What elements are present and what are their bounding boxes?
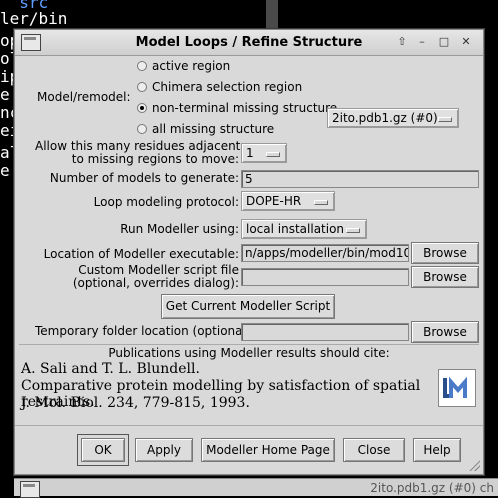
terminal-line: ler/bin [0, 9, 68, 28]
radio-non-terminal-missing[interactable] [137, 103, 147, 113]
title-bar[interactable]: Model Loops / Refine Structure ⇧ – □ ✕ [15, 30, 483, 56]
radio-all-missing[interactable] [137, 124, 147, 134]
modeller-logo-icon [438, 369, 476, 407]
run-select-menu[interactable]: local installation [241, 219, 367, 239]
ok-button[interactable]: OK [81, 438, 125, 462]
model-remodel-label: Model/remodel: [37, 90, 131, 104]
citation-authors: A. Sali and T. L. Blundell. [21, 361, 200, 377]
protocol-value: DOPE-HR [246, 194, 302, 208]
radio-label: active region [152, 59, 231, 73]
radio-label: Chimera selection region [152, 80, 303, 94]
maximize-icon[interactable]: □ [437, 35, 451, 49]
browse-location-button[interactable]: Browse [411, 242, 479, 264]
temp-folder-label: Temporary folder location (optional): [35, 324, 255, 338]
residues-label: to missing regions to move: [71, 152, 239, 166]
shade-icon[interactable]: ⇧ [395, 35, 409, 49]
window-menu-icon[interactable] [20, 481, 40, 498]
terminal-scrollbar[interactable] [266, 0, 278, 30]
model-loops-dialog: Model Loops / Refine Structure ⇧ – □ ✕ M… [14, 29, 484, 475]
modeller-home-page-button[interactable]: Modeller Home Page [201, 438, 335, 462]
citation-header: Publications using Modeller results shou… [108, 346, 390, 360]
protocol-label: Loop modeling protocol: [93, 195, 239, 209]
custom-script-field[interactable] [241, 268, 409, 286]
radio-active-region[interactable] [137, 61, 147, 71]
residues-label: Allow this many residues adjacent [35, 139, 241, 153]
background-window: 2ito.pdb1.gz (#0) ch [14, 478, 498, 498]
minimize-icon[interactable]: – [415, 35, 429, 49]
help-button[interactable]: Help [413, 438, 461, 462]
num-models-field[interactable]: 5 [241, 170, 479, 188]
run-label: Run Modeller using: [120, 222, 239, 236]
residues-value: 1 [246, 146, 254, 160]
browse-temp-button[interactable]: Browse [411, 321, 479, 343]
citation-panel: Publications using Modeller results shou… [19, 344, 479, 415]
protocol-select-menu[interactable]: DOPE-HR [241, 191, 335, 211]
location-field[interactable]: n/apps/modeller/bin/mod10.5 [241, 244, 409, 262]
custom-script-label: Custom Modeller script file [78, 263, 239, 277]
close-button[interactable]: Close [343, 438, 405, 462]
run-value: local installation [246, 222, 345, 236]
close-icon[interactable]: ✕ [459, 35, 473, 49]
menu-indicator-icon [346, 228, 360, 233]
residues-select-menu[interactable]: 1 [241, 143, 287, 163]
button-bar-divider [15, 425, 483, 426]
custom-script-label: (optional, overrides dialog): [72, 276, 239, 290]
background-window-title: 2ito.pdb1.gz (#0) ch [370, 481, 494, 495]
citation-journal: J. Mol. Biol. 234, 779-815, 1993. [21, 395, 250, 411]
radio-label: all missing structure [152, 122, 275, 136]
model-select-value: 2ito.pdb1.gz (#0) [332, 111, 438, 125]
num-models-label: Number of models to generate: [49, 171, 239, 185]
menu-indicator-icon [314, 200, 328, 205]
resize-grip-icon[interactable] [468, 459, 480, 471]
model-select-menu[interactable]: 2ito.pdb1.gz (#0) [327, 108, 459, 128]
radio-label: non-terminal missing structure [152, 101, 338, 115]
menu-indicator-icon [266, 152, 280, 157]
apply-button[interactable]: Apply [135, 438, 193, 462]
temp-folder-field[interactable] [241, 323, 409, 341]
dialog-title: Model Loops / Refine Structure [135, 35, 363, 50]
get-script-button[interactable]: Get Current Modeller Script [161, 294, 335, 319]
location-label: Location of Modeller executable: [43, 247, 239, 261]
radio-chimera-selection[interactable] [137, 82, 147, 92]
menu-indicator-icon [438, 117, 452, 122]
browse-script-button[interactable]: Browse [411, 266, 479, 288]
